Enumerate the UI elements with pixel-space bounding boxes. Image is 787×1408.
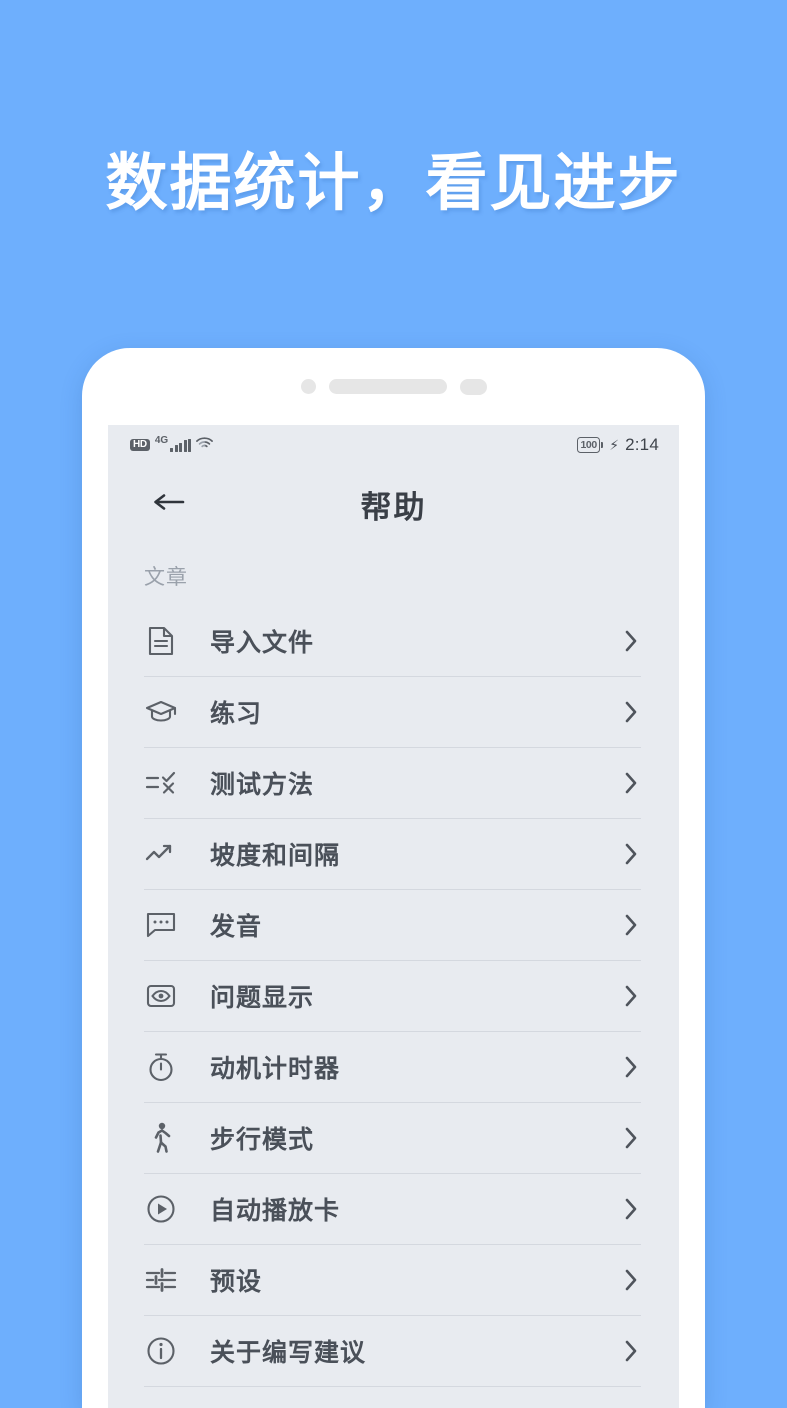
play-circle-icon [144,1192,178,1226]
network-type-label: 4G [154,434,169,446]
chat-bubble-icon [144,908,178,942]
promo-headline: 数据统计，看见进步 [105,149,682,218]
wifi-icon [196,436,214,454]
help-articles-list: 导入文件 练习 测试方法 坡度和间隔 发音 问题显示 动机计时器 步行模式 自动… [108,605,679,1387]
list-item-label: 步行模式 [210,1125,315,1154]
info-circle-icon [144,1334,178,1368]
back-button[interactable] [146,481,192,527]
lightning-bolt-icon: ⚡ [609,437,620,453]
list-item[interactable]: 发音 [144,889,641,960]
chevron-right-icon [621,914,641,935]
list-item-label: 动机计时器 [210,1054,341,1083]
battery-icon: 100 [577,437,604,453]
list-item[interactable]: 关于编写建议 [144,1315,641,1386]
phone-top-bezel [82,348,705,425]
chevron-right-icon [621,843,641,864]
front-camera-icon [459,378,487,395]
hd-badge-icon: HD [130,439,150,451]
chevron-right-icon [621,1198,641,1219]
arrow-left-icon [152,490,186,519]
phone-mockup: HD 4G 100 ⚡ 2:14 帮助 文章 导入文件 练习 测试方法 坡度和间… [82,348,705,1408]
tune-sliders-icon [144,1263,178,1297]
list-item[interactable]: 练习 [144,676,641,747]
list-item[interactable]: 动机计时器 [144,1031,641,1102]
check-x-list-icon [144,766,178,800]
status-bar-left: HD 4G [130,434,214,454]
app-nav-bar: 帮助 [108,465,679,543]
chevron-right-icon [621,1127,641,1148]
chevron-right-icon [621,630,641,651]
chevron-right-icon [621,1269,641,1290]
list-item-label: 问题显示 [210,983,315,1012]
list-item[interactable]: 坡度和间隔 [144,818,641,889]
list-item[interactable]: 问题显示 [144,960,641,1031]
list-item[interactable]: 导入文件 [144,605,641,676]
list-item-label: 预设 [210,1267,263,1296]
list-item[interactable]: 步行模式 [144,1102,641,1173]
battery-level-label: 100 [580,438,597,451]
chevron-right-icon [621,701,641,722]
graduation-cap-icon [144,695,178,729]
phone-screen: HD 4G 100 ⚡ 2:14 帮助 文章 导入文件 练习 测试方法 坡度和间… [108,425,679,1408]
chevron-right-icon [621,1056,641,1077]
page-title: 帮助 [360,489,427,525]
status-bar-clock: 2:14 [625,435,659,454]
walking-person-icon [144,1121,178,1155]
section-header-articles: 文章 [144,566,188,589]
earpiece-speaker-icon [328,379,447,394]
list-item-label: 自动播放卡 [210,1196,341,1225]
list-item[interactable]: 预设 [144,1244,641,1315]
list-item[interactable]: 测试方法 [144,747,641,818]
document-icon [144,624,178,658]
list-item-label: 关于编写建议 [210,1338,367,1367]
eye-frame-icon [144,979,178,1013]
list-item-label: 发音 [210,912,263,941]
list-item[interactable]: 自动播放卡 [144,1173,641,1244]
list-item-label: 测试方法 [210,770,315,799]
status-bar: HD 4G 100 ⚡ 2:14 [108,425,679,465]
stopwatch-icon [144,1050,178,1084]
list-item-label: 导入文件 [210,628,315,657]
chevron-right-icon [621,1340,641,1361]
chevron-right-icon [621,985,641,1006]
list-bottom-divider [144,1386,641,1387]
proximity-sensor-icon [300,379,316,394]
list-item-label: 练习 [210,699,263,728]
status-bar-right: 100 ⚡ 2:14 [577,435,659,455]
signal-bars-icon [170,438,192,452]
trending-up-icon [144,837,178,871]
list-item-label: 坡度和间隔 [210,841,341,870]
chevron-right-icon [621,772,641,793]
